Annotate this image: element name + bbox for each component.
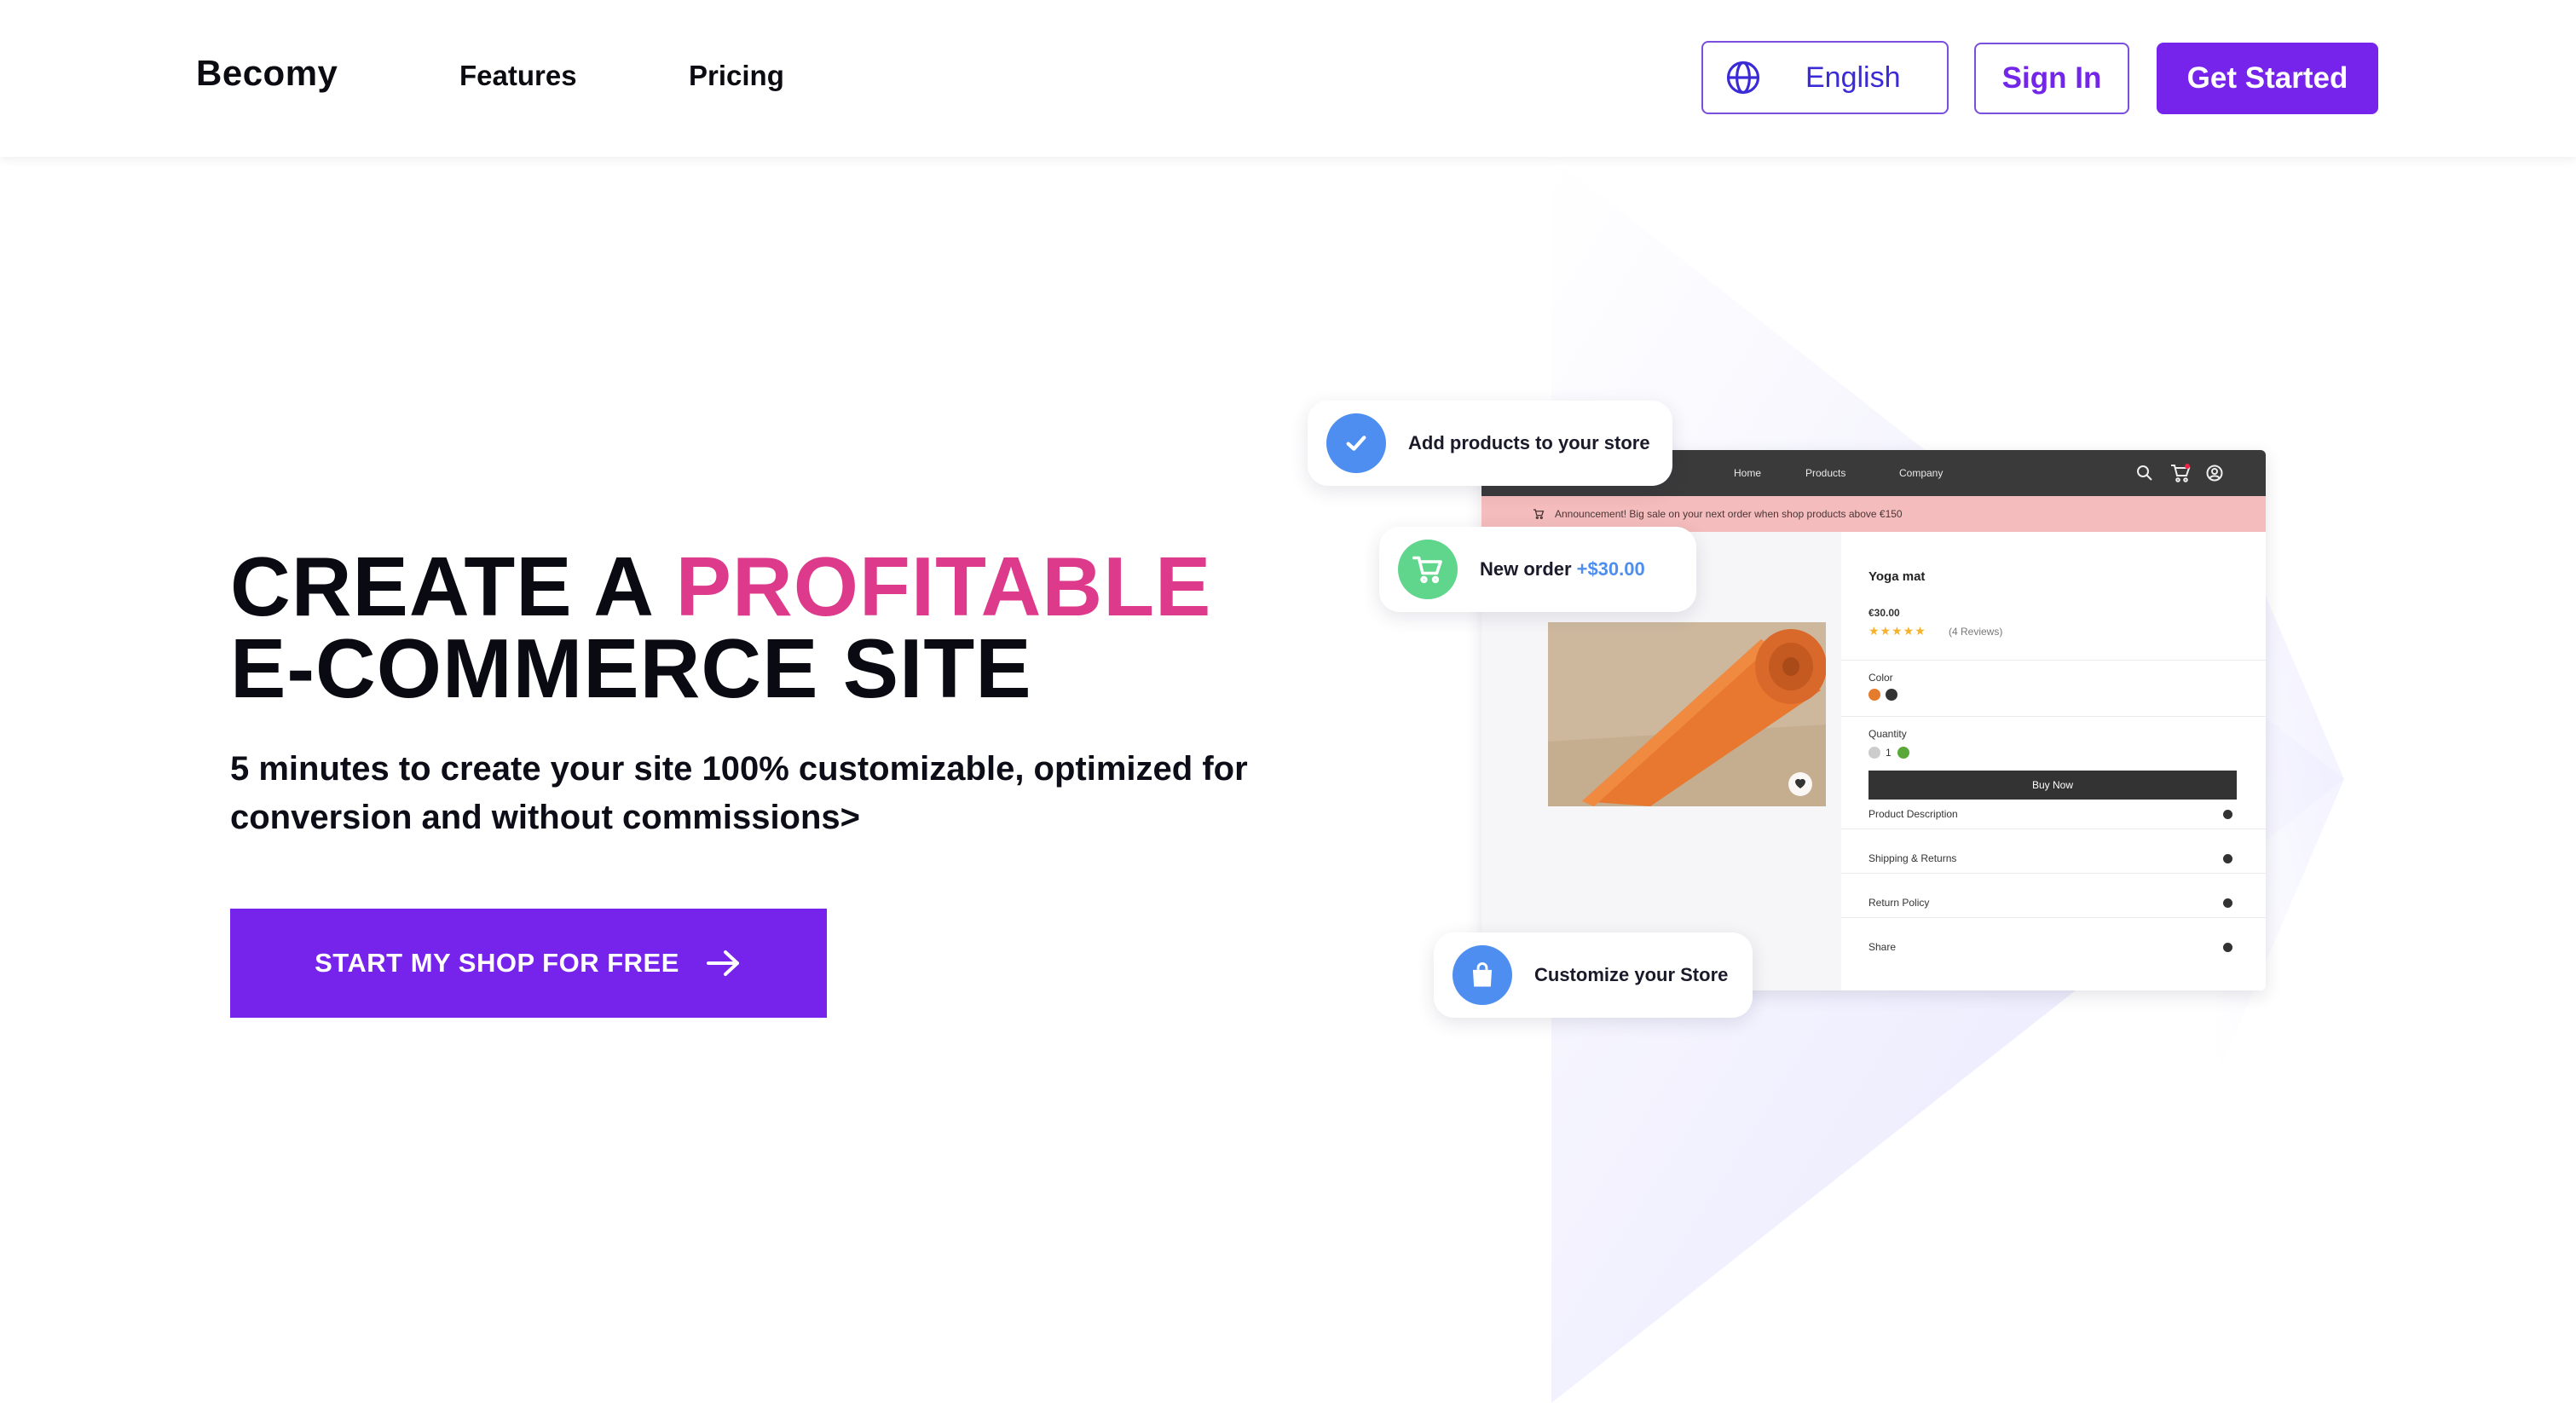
- quantity-decrease: [1868, 747, 1880, 759]
- hero-subtitle: 5 minutes to create your site 100% custo…: [230, 750, 1248, 836]
- product-price: €30.00: [1868, 607, 1900, 619]
- top-navigation: Becomy Features Pricing English Sign In …: [0, 0, 2576, 157]
- search-icon: [2137, 465, 2152, 481]
- star-rating: ★★★★★: [1868, 624, 1926, 638]
- store-nav-products: Products: [1805, 467, 1846, 479]
- hero-title-line2: E-COMMERCE SITE: [230, 621, 1032, 715]
- accordion-product-description: Product Description: [1868, 808, 1958, 820]
- quantity-increase: [1897, 747, 1909, 759]
- shopping-bag-icon: [1453, 945, 1512, 1005]
- badge-customize-store: Customize your Store: [1434, 932, 1753, 1018]
- announcement-text: Announcement! Big sale on your next orde…: [1555, 508, 1903, 520]
- expand-icon: [2223, 810, 2232, 819]
- arrow-right-icon: [706, 950, 739, 976]
- new-order-value: +$30.00: [1576, 558, 1645, 580]
- sign-in-button[interactable]: Sign In: [1974, 43, 2129, 114]
- product-name: Yoga mat: [1868, 569, 1926, 584]
- product-details-panel: Yoga mat €30.00 ★★★★★ (4 Reviews) Color …: [1841, 532, 2266, 990]
- start-shop-button[interactable]: START MY SHOP FOR FREE: [230, 909, 827, 1018]
- store-nav-home: Home: [1734, 467, 1762, 479]
- new-order-label: New order: [1480, 558, 1572, 580]
- nav-link-features[interactable]: Features: [459, 60, 577, 92]
- quantity-label: Quantity: [1868, 728, 1907, 740]
- user-icon: [2206, 465, 2223, 482]
- hero-title-accent: PROFITABLE: [675, 540, 1212, 633]
- badge-add-products: Add products to your store: [1308, 401, 1672, 486]
- shopping-cart-icon: [1398, 540, 1458, 599]
- start-shop-label: START MY SHOP FOR FREE: [315, 948, 679, 978]
- hero-title: CREATE A PROFITABLE E-COMMERCE SITE: [230, 545, 1211, 710]
- quantity-value: 1: [1886, 747, 1892, 759]
- language-selector[interactable]: English: [1701, 41, 1949, 114]
- badge-new-order: New order +$30.00: [1379, 527, 1696, 612]
- language-label: English: [1805, 61, 1901, 94]
- check-icon: [1326, 413, 1386, 473]
- expand-icon: [2223, 854, 2232, 863]
- expand-icon: [2223, 943, 2232, 952]
- badge-add-products-text: Add products to your store: [1408, 432, 1650, 453]
- accordion-shipping-returns: Shipping & Returns: [1868, 852, 1957, 864]
- store-nav-company: Company: [1899, 467, 1944, 479]
- get-started-button[interactable]: Get Started: [2157, 43, 2378, 114]
- review-count: (4 Reviews): [1949, 626, 2003, 638]
- buy-now-button: Buy Now: [1868, 771, 2237, 800]
- hero-title-part1: CREATE A: [230, 540, 652, 633]
- accordion-return-policy: Return Policy: [1868, 897, 1930, 909]
- badge-new-order-text: New order +$30.00: [1480, 558, 1645, 580]
- yoga-mat-illustration: [1548, 622, 1826, 806]
- cart-small-icon: [1533, 509, 1545, 519]
- brand-logo[interactable]: Becomy: [196, 53, 338, 94]
- globe-icon: [1726, 61, 1760, 95]
- color-swatch-black: [1886, 689, 1897, 701]
- badge-customize-text: Customize your Store: [1534, 964, 1729, 985]
- accordion-share: Share: [1868, 941, 1897, 953]
- cart-icon: [2171, 464, 2191, 482]
- expand-icon: [2223, 898, 2232, 908]
- yoga-mat-image: [1548, 622, 1826, 806]
- nav-link-pricing[interactable]: Pricing: [689, 60, 784, 92]
- color-label: Color: [1868, 672, 1893, 684]
- color-swatch-orange: [1868, 689, 1880, 701]
